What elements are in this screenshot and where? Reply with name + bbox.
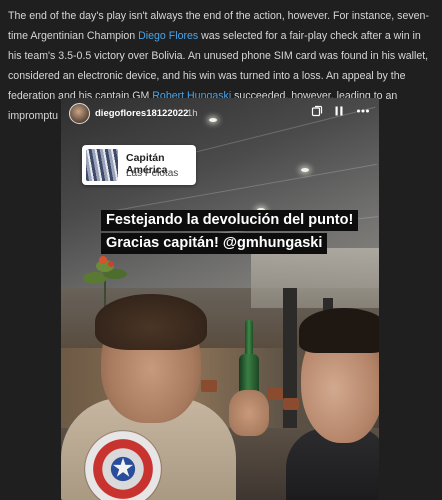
more-icon[interactable] xyxy=(355,105,371,121)
story-username[interactable]: diegoflores18122022 xyxy=(95,108,188,119)
story-caption: Festejando la devolución del punto! Grac… xyxy=(101,210,371,256)
star-icon: ★ xyxy=(111,453,135,484)
caption-line-1: Festejando la devolución del punto! xyxy=(101,210,359,231)
window-glow xyxy=(251,248,379,308)
chair xyxy=(283,398,299,410)
story-time: 1h xyxy=(187,108,198,119)
avatar[interactable] xyxy=(69,103,90,124)
stack-icon[interactable] xyxy=(309,105,325,121)
person-right-hair xyxy=(299,308,379,353)
caption-line-2: Gracias capitán! @gmhungaski xyxy=(101,233,328,254)
pillar xyxy=(283,288,297,438)
chair xyxy=(267,388,283,400)
hand xyxy=(229,390,269,436)
location-thumbnail xyxy=(86,149,118,181)
captain-america-shield-icon: ★ xyxy=(85,431,161,500)
location-subtitle: Las Pelotas xyxy=(126,168,179,179)
story-header: diegoflores18122022 1h xyxy=(61,98,379,130)
person-left-hair xyxy=(95,294,207,350)
ceiling-light xyxy=(301,168,309,172)
pause-icon[interactable] xyxy=(331,105,347,121)
instagram-story-image: ★ diegoflores18122022 1h Capitán América… xyxy=(61,98,379,500)
link-diego-flores[interactable]: Diego Flores xyxy=(138,30,198,42)
chair xyxy=(201,380,217,392)
location-sticker[interactable]: Capitán América Las Pelotas xyxy=(82,145,196,185)
